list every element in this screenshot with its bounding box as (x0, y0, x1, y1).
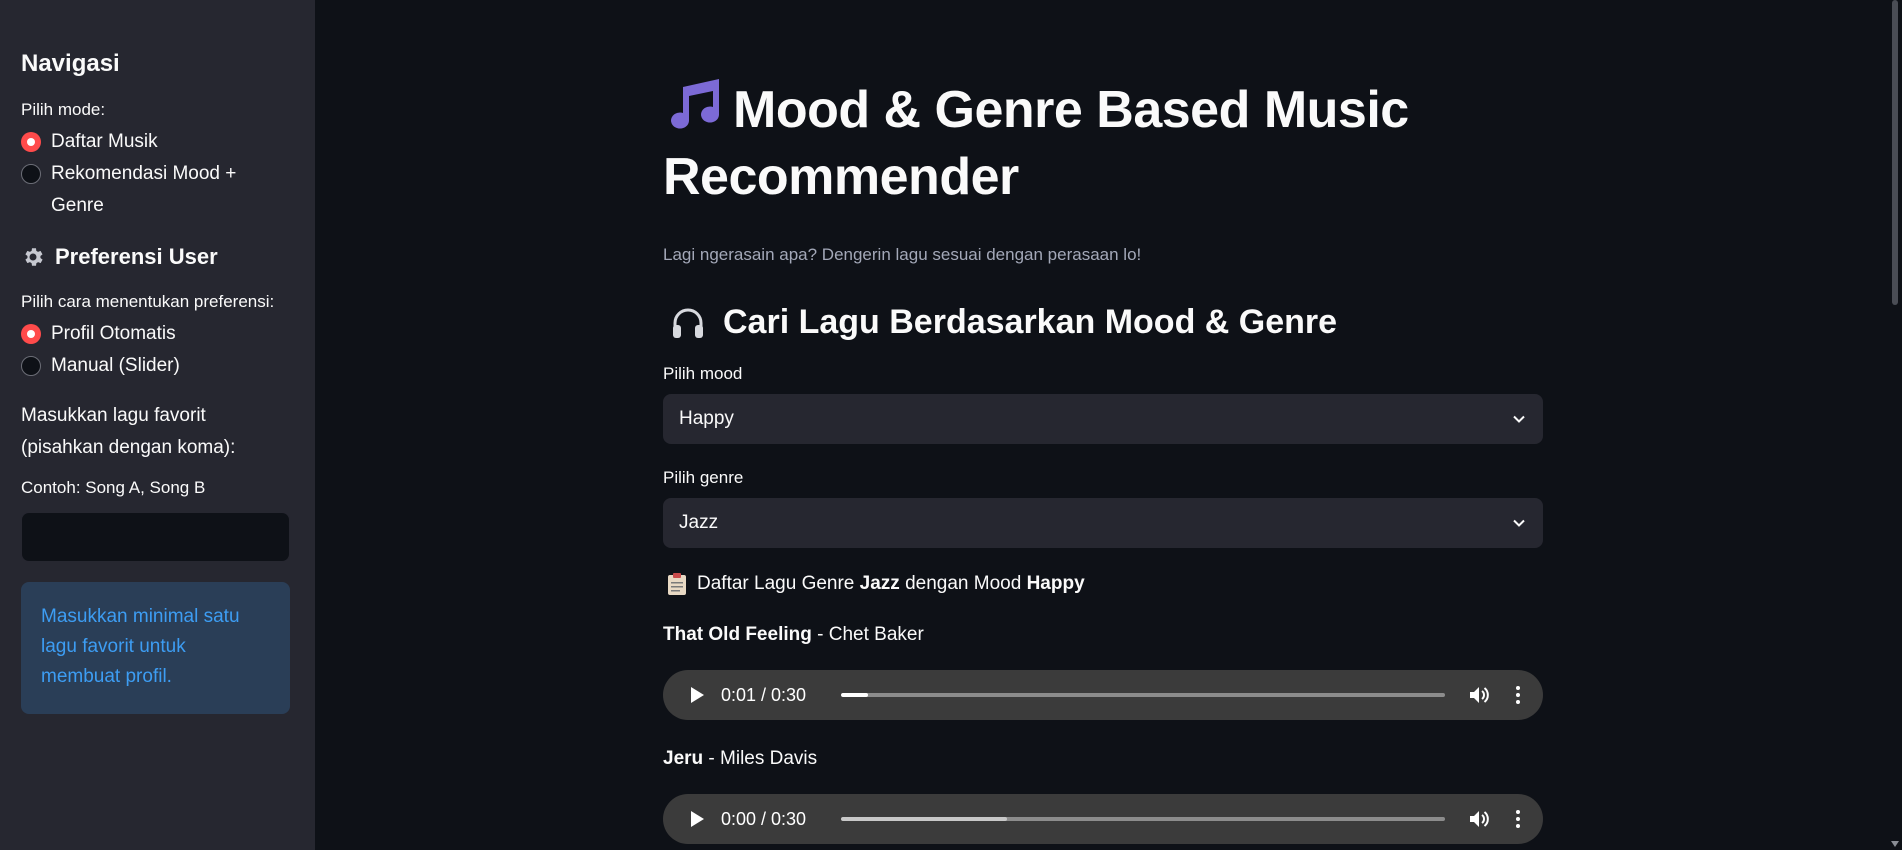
page-title-text: Mood & Genre Based Music Recommender (663, 81, 1409, 206)
preferensi-heading-text: Preferensi User (55, 244, 218, 269)
more-options-icon[interactable] (1507, 684, 1529, 706)
mood-label: Pilih mood (663, 364, 743, 383)
list-genre: Jazz (859, 573, 900, 594)
page-caption: Lagi ngerasain apa? Dengerin lagu sesuai… (663, 245, 1142, 264)
radio-selected-icon[interactable] (21, 324, 41, 344)
song-artist: Chet Baker (828, 624, 924, 645)
song-item: That Old Feeling - Chet Baker (663, 624, 924, 645)
radio-selected-icon[interactable] (21, 132, 41, 152)
page-scrollbar[interactable] (1888, 0, 1902, 850)
preferensi-heading: Preferensi User (21, 244, 290, 270)
genre-select-value: Jazz (679, 512, 719, 533)
list-prefix: Daftar Lagu Genre (697, 573, 855, 594)
pref-option-label: Profil Otomatis (51, 323, 176, 344)
favorite-songs-input[interactable] (21, 512, 290, 562)
headphones-icon (673, 308, 703, 338)
clipboard-icon (668, 573, 686, 595)
info-message: Masukkan minimal satu lagu favorit untuk… (21, 582, 290, 714)
mode-label: Pilih mode: (21, 100, 106, 119)
play-icon[interactable] (689, 686, 705, 704)
song-artist: Miles Davis (720, 748, 818, 769)
audio-player: 0:01 / 0:30 (663, 670, 1543, 720)
chevron-down-icon (1513, 415, 1525, 423)
scrollbar-thumb[interactable] (1892, 0, 1898, 305)
play-icon[interactable] (689, 810, 705, 828)
fav-label: Masukkan lagu favorit (pisahkan dengan k… (21, 405, 236, 458)
genre-label: Pilih genre (663, 468, 744, 487)
audio-progress-bar[interactable] (841, 693, 1445, 697)
list-mood: Happy (1026, 573, 1085, 594)
mode-option-daftar-musik[interactable]: Daftar Musik (21, 126, 290, 158)
volume-icon[interactable] (1467, 807, 1491, 831)
pref-option-manual[interactable]: Manual (Slider) (21, 350, 290, 382)
volume-icon[interactable] (1467, 683, 1491, 707)
song-list-title: Daftar Lagu Genre Jazz dengan Mood Happy (663, 572, 1543, 596)
fav-example: Contoh: Song A, Song B (21, 478, 206, 497)
genre-select[interactable]: Jazz (663, 498, 1543, 548)
mode-option-label: Rekomendasi Mood + Genre (51, 163, 237, 216)
scroll-down-arrow-icon[interactable] (1890, 840, 1900, 848)
mode-option-rekomendasi[interactable]: Rekomendasi Mood + Genre (21, 158, 290, 222)
pref-option-label: Manual (Slider) (51, 355, 180, 376)
audio-progress-bar[interactable] (841, 817, 1445, 821)
radio-unselected-icon[interactable] (21, 356, 41, 376)
sidebar-nav-heading: Navigasi (21, 50, 120, 77)
audio-time: 0:00 / 0:30 (721, 808, 807, 829)
chevron-down-icon (1513, 519, 1525, 527)
more-options-icon[interactable] (1507, 808, 1529, 830)
sidebar: Navigasi Pilih mode: Daftar Musik Rekome… (0, 0, 315, 850)
music-note-icon (671, 79, 719, 129)
mood-select[interactable]: Happy (663, 394, 1543, 444)
mode-option-label: Daftar Musik (51, 131, 158, 152)
radio-unselected-icon[interactable] (21, 164, 41, 184)
audio-time: 0:01 / 0:30 (721, 684, 807, 705)
audio-progress-fill (841, 817, 1008, 821)
audio-player: 0:00 / 0:30 (663, 794, 1543, 844)
pref-label: Pilih cara menentukan preferensi: (21, 292, 275, 311)
pref-option-profil-otomatis[interactable]: Profil Otomatis (21, 318, 290, 350)
song-title: That Old Feeling (663, 624, 812, 645)
mood-select-value: Happy (679, 408, 734, 429)
audio-progress-fill (841, 693, 869, 697)
section-heading: Cari Lagu Berdasarkan Mood & Genre (663, 303, 1543, 342)
song-item: Jeru - Miles Davis (663, 748, 818, 769)
main-content: Mood & Genre Based Music Recommender Lag… (663, 0, 1543, 844)
gear-icon (25, 248, 43, 266)
page-title: Mood & Genre Based Music Recommender (663, 75, 1543, 211)
list-middle: dengan Mood (905, 573, 1022, 594)
section-heading-text: Cari Lagu Berdasarkan Mood & Genre (723, 303, 1338, 341)
song-title: Jeru (663, 748, 704, 769)
